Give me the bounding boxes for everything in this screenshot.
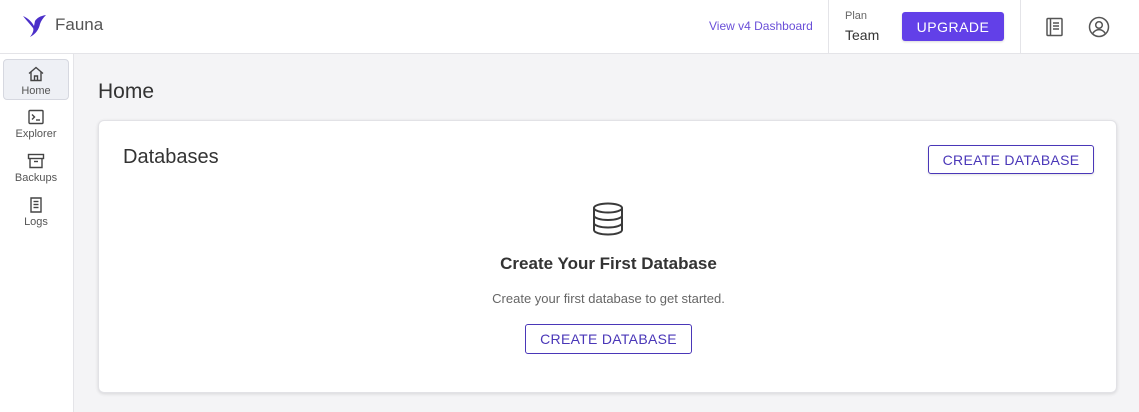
upgrade-button[interactable]: UPGRADE bbox=[902, 12, 1004, 41]
sidebar-item-label: Explorer bbox=[15, 128, 57, 140]
sidebar-item-explorer[interactable]: Explorer bbox=[3, 103, 69, 144]
databases-card: Databases CREATE DATABASE Create Your Fi… bbox=[98, 120, 1117, 393]
card-title: Databases bbox=[123, 146, 219, 168]
plan-value: Team bbox=[845, 27, 880, 43]
sidebar-item-label: Backups bbox=[14, 172, 58, 184]
sidebar-item-backups[interactable]: Backups bbox=[3, 147, 69, 188]
page-title: Home bbox=[98, 80, 155, 103]
fauna-logo-icon[interactable] bbox=[22, 13, 48, 39]
terminal-icon bbox=[28, 109, 44, 125]
sidebar-item-label: Home bbox=[21, 85, 51, 97]
plan-label: Plan bbox=[845, 10, 868, 22]
divider bbox=[1020, 0, 1021, 54]
user-account-icon[interactable] bbox=[1088, 16, 1110, 38]
empty-state-subtitle: Create your first database to get starte… bbox=[492, 291, 725, 306]
home-icon bbox=[28, 66, 44, 82]
archive-box-icon bbox=[27, 153, 45, 169]
database-icon bbox=[593, 202, 623, 236]
create-first-database-button[interactable]: CREATE DATABASE bbox=[525, 324, 692, 354]
top-bar: Fauna View v4 Dashboard Plan Team UPGRAD… bbox=[0, 0, 1139, 54]
view-v4-dashboard-link[interactable]: View v4 Dashboard bbox=[709, 19, 813, 33]
sidebar-item-label: Logs bbox=[24, 216, 48, 228]
sidebar-item-logs[interactable]: Logs bbox=[3, 191, 69, 232]
create-database-button[interactable]: CREATE DATABASE bbox=[928, 145, 1094, 174]
divider bbox=[828, 0, 829, 54]
sidebar-item-home[interactable]: Home bbox=[3, 59, 69, 100]
log-document-icon bbox=[30, 197, 42, 213]
brand-name: Fauna bbox=[55, 15, 104, 34]
sidebar: Home Explorer Backups Logs bbox=[0, 54, 74, 412]
docs-book-icon[interactable] bbox=[1044, 16, 1066, 38]
empty-state-title: Create Your First Database bbox=[500, 254, 717, 273]
